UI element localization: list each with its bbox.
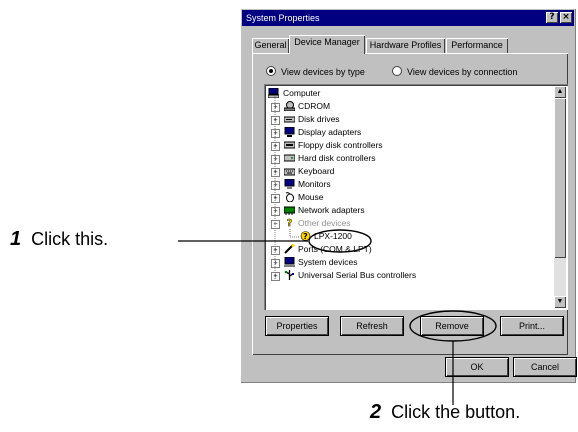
lpx-highlight-ellipse [308,229,372,253]
step2-callout: 2 Click the button. [370,401,520,424]
remove-highlight-ellipse [409,310,497,342]
step2-number: 2 [370,401,382,423]
step1-callout: 1 Click this. [10,228,108,251]
annotation-overlay [178,229,497,405]
step2-text: Click the button. [391,402,521,422]
step1-number: 1 [10,228,22,250]
tab-device-manager[interactable]: Device Manager [289,35,365,54]
step1-text: Click this. [31,229,109,249]
